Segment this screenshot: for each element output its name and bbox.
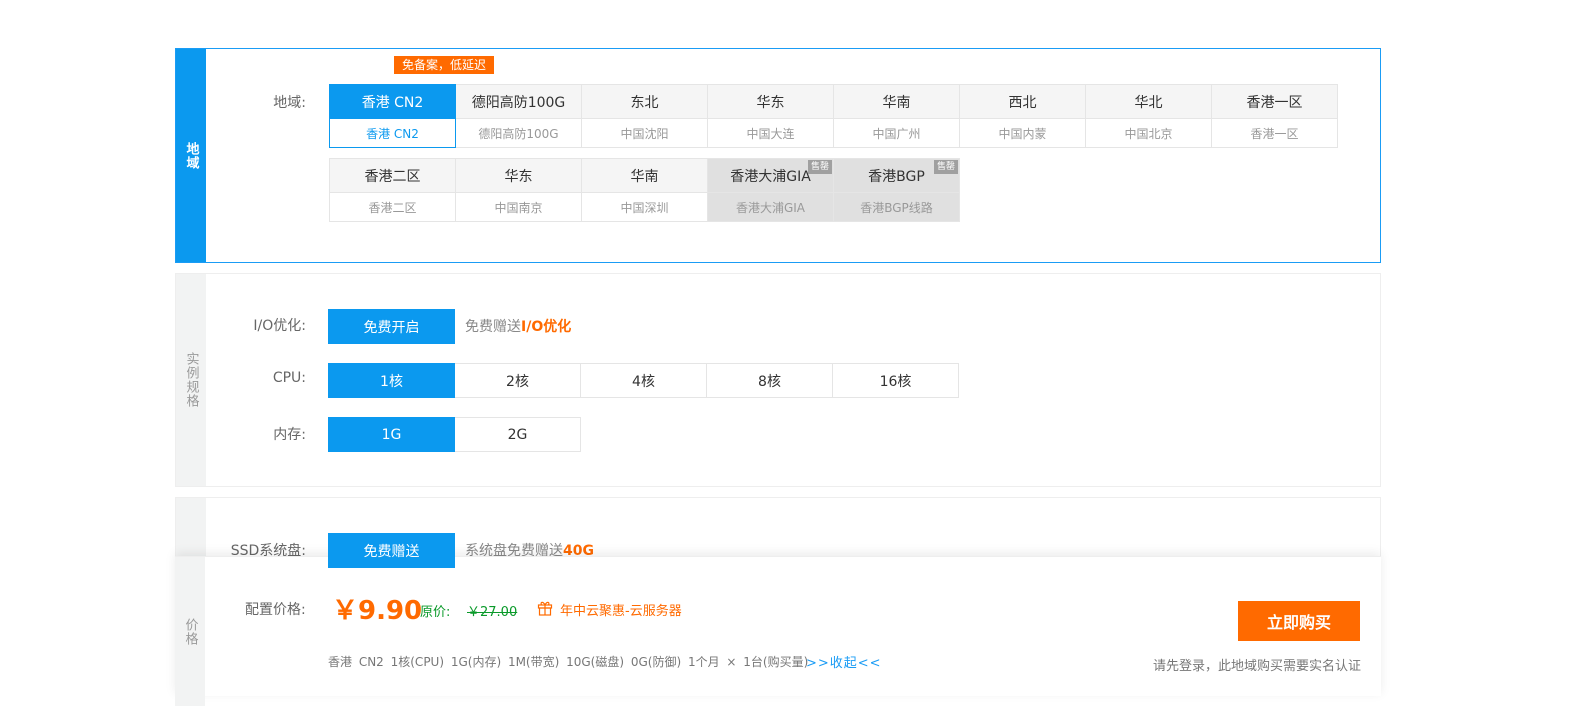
cpu-option[interactable]: 16核 xyxy=(832,363,959,398)
region-option[interactable]: 香港一区 香港一区 xyxy=(1211,84,1338,148)
region-option-name: 香港一区 xyxy=(1212,85,1337,119)
original-price-label: 原价: xyxy=(420,605,451,620)
io-label: I/O优化: xyxy=(253,318,306,334)
cpu-option[interactable]: 2核 xyxy=(454,363,581,398)
price-side-tab: 价格 xyxy=(175,557,205,706)
region-option-name: 西北 xyxy=(960,85,1085,119)
disk-free-button[interactable]: 免费赠送 xyxy=(328,533,455,568)
region-option-location: 香港 CN2 xyxy=(366,126,419,141)
region-option[interactable]: 德阳高防100G 德阳高防100G xyxy=(455,84,582,148)
buy-now-button[interactable]: 立即购买 xyxy=(1238,601,1360,641)
cpu-option[interactable]: 4核 xyxy=(580,363,707,398)
io-note-prefix: 免费赠送 xyxy=(465,319,521,335)
region-option-location: 香港BGP线路 xyxy=(834,193,959,221)
region-side-tab: 地域 xyxy=(176,49,206,262)
region-option[interactable]: 香港二区 香港二区 xyxy=(329,158,456,222)
region-option[interactable]: 华东 中国大连 xyxy=(707,84,834,148)
region-option: 香港大浦GIA 香港大浦GIA 售罄 xyxy=(707,158,834,222)
promo-tag: 免备案，低延迟 xyxy=(394,56,495,74)
memory-label: 内存: xyxy=(273,427,306,443)
cpu-options: 1核 2核 4核 8核 16核 xyxy=(328,363,959,398)
region-option-name: 德阳高防100G xyxy=(456,85,581,119)
region-option[interactable]: 香港 CN2 香港 CN2 xyxy=(329,84,456,148)
price-side-label: 价格 xyxy=(182,617,198,646)
io-options: 免费开启 xyxy=(328,309,455,344)
region-option-location: 中国广州 xyxy=(872,126,921,141)
region-option[interactable]: 华北 中国北京 xyxy=(1085,84,1212,148)
collapse-toggle[interactable]: >>收起<< xyxy=(806,652,882,671)
region-option-name: 华东 xyxy=(456,159,581,193)
region-option-location: 中国南京 xyxy=(494,200,543,215)
region-option-location: 中国北京 xyxy=(1124,126,1173,141)
gift-icon xyxy=(537,601,553,616)
io-note: 免费赠送I/O优化 xyxy=(465,316,571,336)
cpu-option[interactable]: 1核 xyxy=(328,363,455,398)
config-summary: 香港 CN2 1核(CPU) 1G(内存) 1M(带宽) 10G(磁盘) 0G(… xyxy=(328,655,809,669)
region-option-location: 香港二区 xyxy=(368,200,417,215)
region-option-location: 德阳高防100G xyxy=(478,126,559,141)
region-option-location: 中国大连 xyxy=(746,126,795,141)
memory-options: 1G 2G xyxy=(328,417,581,452)
original-price: ￥27.00 xyxy=(467,605,518,620)
price-bar: 价格 配置价格: ￥9.90 原价: ￥27.00 年中云聚惠-云服务器 香港 … xyxy=(175,556,1381,706)
region-option-name: 香港二区 xyxy=(330,159,455,193)
memory-option[interactable]: 2G xyxy=(454,417,581,452)
region-option[interactable]: 华南 中国深圳 xyxy=(581,158,708,222)
region-option: 香港BGP 香港BGP线路 售罄 xyxy=(833,158,960,222)
price-label: 配置价格: xyxy=(245,602,306,618)
region-option-location: 香港一区 xyxy=(1250,126,1299,141)
region-option[interactable]: 华南 中国广州 xyxy=(833,84,960,148)
region-option-location: 中国深圳 xyxy=(620,200,669,215)
region-option-location: 中国沈阳 xyxy=(620,126,669,141)
region-option-name: 东北 xyxy=(582,85,707,119)
region-option-name: 华南 xyxy=(834,85,959,119)
region-option-location: 香港大浦GIA xyxy=(708,193,833,221)
region-label: 地域: xyxy=(273,95,306,111)
region-row-1: 香港 CN2 香港 CN2 德阳高防100G 德阳高防100G 东北 中国沈阳 华东 中国大连… xyxy=(329,84,1338,148)
disk-options: 免费赠送 xyxy=(328,533,455,568)
sold-out-badge: 售罄 xyxy=(933,160,958,174)
cpu-option[interactable]: 8核 xyxy=(706,363,833,398)
promo-link[interactable]: 年中云聚惠-云服务器 xyxy=(560,600,682,619)
spec-section: 实例规格 I/O优化: 免费开启 免费赠送I/O优化 CPU: 1核 2核 4核 8核… xyxy=(175,273,1381,487)
region-row-2: 香港二区 香港二区 华东 中国南京 华南 中国深圳 香港大浦GIA 香港大浦GIA 售罄 香港BG… xyxy=(329,158,960,222)
region-option[interactable]: 东北 中国沈阳 xyxy=(581,84,708,148)
region-side-label: 地域 xyxy=(183,141,199,170)
login-note: 请先登录，此地域购买需要实名认证 xyxy=(1152,659,1361,674)
region-section: 地域 免备案，低延迟 地域: 香港 CN2 香港 CN2 德阳高防100G 德阳高防1… xyxy=(175,48,1381,263)
io-enable-button[interactable]: 免费开启 xyxy=(328,309,455,344)
region-option[interactable]: 西北 中国内蒙 xyxy=(959,84,1086,148)
sold-out-badge: 售罄 xyxy=(807,160,832,174)
memory-option[interactable]: 1G xyxy=(328,417,455,452)
region-option-name: 华北 xyxy=(1086,85,1211,119)
region-option-location: 中国内蒙 xyxy=(998,126,1047,141)
region-option-name: 香港 CN2 xyxy=(330,85,455,119)
region-option-name: 华东 xyxy=(708,85,833,119)
price-value: ￥9.90 xyxy=(332,596,423,626)
cpu-label: CPU: xyxy=(272,370,306,386)
region-option-name: 华南 xyxy=(582,159,707,193)
region-option[interactable]: 华东 中国南京 xyxy=(455,158,582,222)
io-note-highlight: I/O优化 xyxy=(521,319,572,335)
